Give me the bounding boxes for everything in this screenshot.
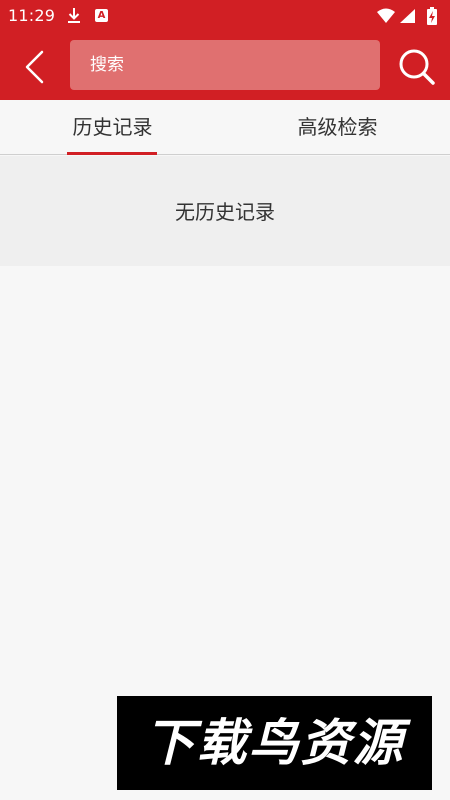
history-empty-panel: 无历史记录 bbox=[0, 156, 450, 266]
status-time: 11:29 bbox=[8, 6, 56, 25]
search-input[interactable] bbox=[70, 40, 380, 90]
tab-history[interactable]: 历史记录 bbox=[0, 100, 225, 155]
status-icons bbox=[377, 7, 437, 25]
back-button[interactable] bbox=[18, 48, 52, 86]
a-notification-icon: A bbox=[95, 9, 108, 22]
watermark-text: 下载鸟资源 bbox=[144, 714, 405, 772]
wifi-icon bbox=[377, 8, 395, 23]
search-button[interactable] bbox=[396, 46, 436, 86]
signal-icon bbox=[400, 9, 415, 23]
status-bar: 11:29 A bbox=[0, 0, 450, 32]
battery-charging-icon bbox=[427, 7, 437, 25]
empty-state-text: 无历史记录 bbox=[175, 200, 275, 224]
app-header: 11:29 A bbox=[0, 0, 450, 100]
download-icon bbox=[68, 8, 80, 23]
tab-advanced-search[interactable]: 高级检索 bbox=[225, 100, 450, 155]
tab-bar: 历史记录 高级检索 bbox=[0, 100, 450, 155]
watermark-logo: 下载鸟资源 bbox=[117, 696, 432, 790]
active-tab-indicator bbox=[67, 152, 157, 155]
